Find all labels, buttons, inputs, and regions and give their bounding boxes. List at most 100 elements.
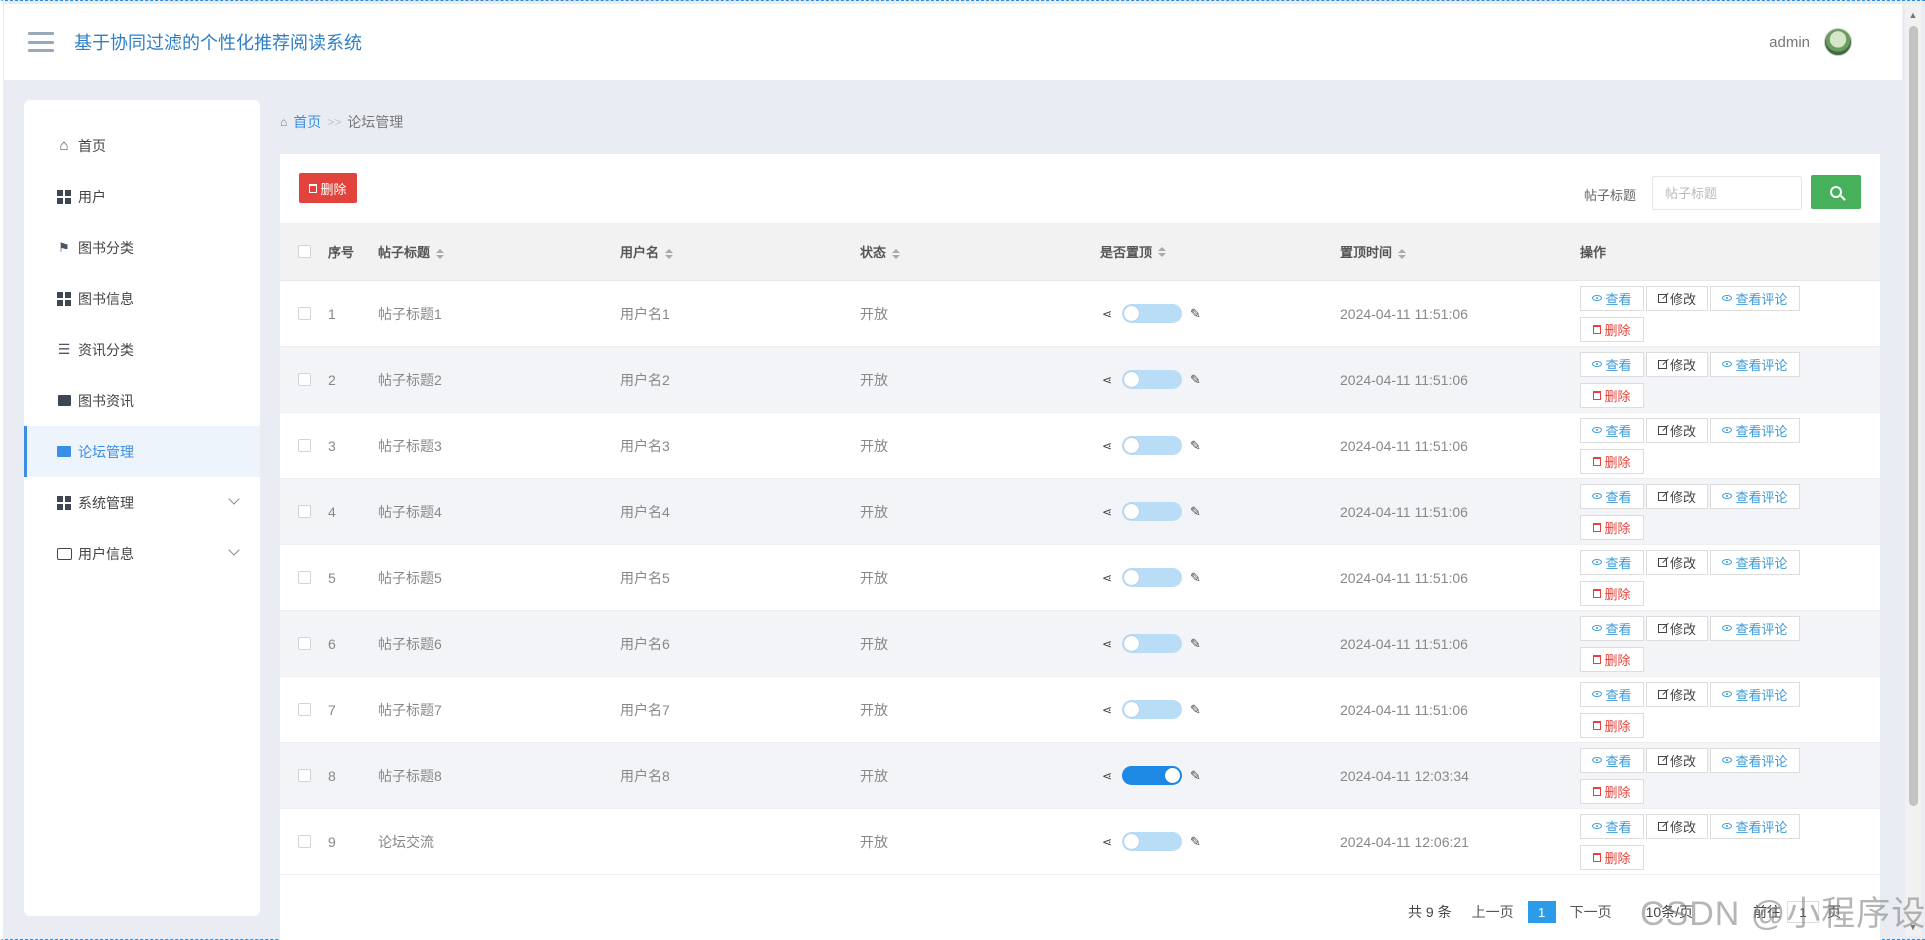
menu-toggle-icon[interactable] <box>28 32 54 52</box>
edit-pen-icon[interactable]: ✎ <box>1190 504 1201 520</box>
header-username[interactable]: 用户名 <box>620 242 860 261</box>
username[interactable]: admin <box>1769 34 1810 51</box>
header-is-top[interactable]: 是否置顶 <box>1100 242 1340 261</box>
top-toggle-switch[interactable] <box>1122 766 1182 785</box>
share-icon[interactable]: ⋖ <box>1100 373 1114 387</box>
top-toggle-switch[interactable] <box>1122 700 1182 719</box>
delete-button[interactable]: 删除 <box>1580 382 1644 408</box>
sidebar-item-1[interactable]: 用户 <box>24 171 260 222</box>
edit-button[interactable]: 修改 <box>1646 285 1708 311</box>
row-checkbox[interactable] <box>297 637 311 650</box>
share-icon[interactable]: ⋖ <box>1100 835 1114 849</box>
sort-icon[interactable] <box>436 248 445 259</box>
view-button[interactable]: 查看 <box>1580 351 1644 377</box>
row-checkbox[interactable] <box>297 769 311 782</box>
sidebar-item-4[interactable]: ☰ 资讯分类 <box>24 324 260 375</box>
search-button[interactable] <box>1811 175 1861 209</box>
header-status[interactable]: 状态 <box>860 242 1100 261</box>
share-icon[interactable]: ⋖ <box>1100 769 1114 783</box>
view-button[interactable]: 查看 <box>1580 813 1644 839</box>
view-button[interactable]: 查看 <box>1580 417 1644 443</box>
delete-button[interactable]: 删除 <box>1580 316 1644 342</box>
delete-button[interactable]: 删除 <box>1580 580 1644 606</box>
sidebar-item-6[interactable]: 论坛管理 <box>24 426 260 477</box>
edit-pen-icon[interactable]: ✎ <box>1190 570 1201 586</box>
header-title[interactable]: 帖子标题 <box>378 242 620 261</box>
sidebar-item-0[interactable]: ⌂ 首页 <box>24 120 260 171</box>
share-icon[interactable]: ⋖ <box>1100 703 1114 717</box>
row-checkbox[interactable] <box>297 571 311 584</box>
edit-button[interactable]: 修改 <box>1646 747 1708 773</box>
vertical-scrollbar[interactable]: ▲ ▼ <box>1905 4 1921 936</box>
edit-button[interactable]: 修改 <box>1646 417 1708 443</box>
row-checkbox[interactable] <box>297 703 311 716</box>
sidebar-item-8[interactable]: 用户信息 <box>24 528 260 579</box>
sort-icon[interactable] <box>1158 246 1167 257</box>
row-checkbox[interactable] <box>297 835 311 848</box>
sidebar-item-2[interactable]: ⚑ 图书分类 <box>24 222 260 273</box>
delete-button[interactable]: 删除 <box>1580 778 1644 804</box>
delete-button[interactable]: 删除 <box>1580 448 1644 474</box>
edit-pen-icon[interactable]: ✎ <box>1190 636 1201 652</box>
sidebar-item-5[interactable]: 图书资讯 <box>24 375 260 426</box>
current-page-button[interactable]: 1 <box>1527 901 1556 923</box>
sidebar-item-7[interactable]: 系统管理 <box>24 477 260 528</box>
view-comments-button[interactable]: 查看评论 <box>1710 351 1800 377</box>
edit-pen-icon[interactable]: ✎ <box>1190 372 1201 388</box>
edit-button[interactable]: 修改 <box>1646 681 1708 707</box>
view-comments-button[interactable]: 查看评论 <box>1710 681 1800 707</box>
header-user-area[interactable]: admin <box>1769 4 1852 80</box>
view-button[interactable]: 查看 <box>1580 615 1644 641</box>
share-icon[interactable]: ⋖ <box>1100 505 1114 519</box>
view-button[interactable]: 查看 <box>1580 747 1644 773</box>
chevron-down-icon[interactable] <box>228 544 240 556</box>
edit-pen-icon[interactable]: ✎ <box>1190 834 1201 850</box>
select-all-checkbox[interactable] <box>297 245 311 258</box>
search-input[interactable] <box>1652 176 1802 210</box>
row-checkbox[interactable] <box>297 505 311 518</box>
edit-pen-icon[interactable]: ✎ <box>1190 306 1201 322</box>
top-toggle-switch[interactable] <box>1122 568 1182 587</box>
sort-icon[interactable] <box>892 248 901 259</box>
edit-button[interactable]: 修改 <box>1646 615 1708 641</box>
share-icon[interactable]: ⋖ <box>1100 637 1114 651</box>
top-toggle-switch[interactable] <box>1122 634 1182 653</box>
top-toggle-switch[interactable] <box>1122 832 1182 851</box>
top-toggle-switch[interactable] <box>1122 370 1182 389</box>
view-button[interactable]: 查看 <box>1580 483 1644 509</box>
prev-page-button[interactable]: 上一页 <box>1472 902 1514 922</box>
edit-button[interactable]: 修改 <box>1646 483 1708 509</box>
avatar[interactable] <box>1824 28 1852 56</box>
sidebar-item-3[interactable]: 图书信息 <box>24 273 260 324</box>
edit-pen-icon[interactable]: ✎ <box>1190 438 1201 454</box>
top-toggle-switch[interactable] <box>1122 502 1182 521</box>
scroll-thumb[interactable] <box>1909 26 1918 806</box>
view-comments-button[interactable]: 查看评论 <box>1710 615 1800 641</box>
row-checkbox[interactable] <box>297 373 311 386</box>
view-comments-button[interactable]: 查看评论 <box>1710 747 1800 773</box>
batch-delete-button[interactable]: 删除 <box>299 173 357 203</box>
sort-icon[interactable] <box>665 248 674 259</box>
share-icon[interactable]: ⋖ <box>1100 571 1114 585</box>
top-toggle-switch[interactable] <box>1122 304 1182 323</box>
row-checkbox[interactable] <box>297 439 311 452</box>
next-page-button[interactable]: 下一页 <box>1570 902 1612 922</box>
top-toggle-switch[interactable] <box>1122 436 1182 455</box>
delete-button[interactable]: 删除 <box>1580 514 1644 540</box>
edit-button[interactable]: 修改 <box>1646 549 1708 575</box>
share-icon[interactable]: ⋖ <box>1100 439 1114 453</box>
view-comments-button[interactable]: 查看评论 <box>1710 285 1800 311</box>
delete-button[interactable]: 删除 <box>1580 844 1644 870</box>
view-comments-button[interactable]: 查看评论 <box>1710 813 1800 839</box>
delete-button[interactable]: 删除 <box>1580 646 1644 672</box>
view-comments-button[interactable]: 查看评论 <box>1710 417 1800 443</box>
breadcrumb-home[interactable]: 首页 <box>293 112 321 132</box>
share-icon[interactable]: ⋖ <box>1100 307 1114 321</box>
edit-button[interactable]: 修改 <box>1646 351 1708 377</box>
scroll-up-icon[interactable]: ▲ <box>1908 10 1918 20</box>
row-checkbox[interactable] <box>297 307 311 320</box>
view-comments-button[interactable]: 查看评论 <box>1710 549 1800 575</box>
view-comments-button[interactable]: 查看评论 <box>1710 483 1800 509</box>
edit-pen-icon[interactable]: ✎ <box>1190 702 1201 718</box>
sort-icon[interactable] <box>1398 248 1407 259</box>
